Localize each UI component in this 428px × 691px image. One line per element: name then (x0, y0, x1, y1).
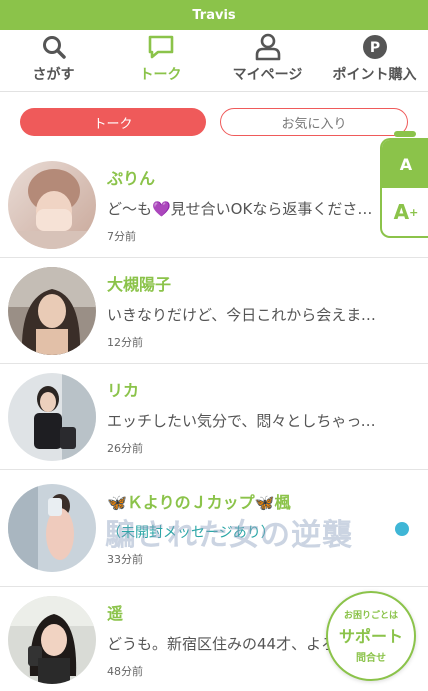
conversation-row[interactable]: 大槻陽子 いきなりだけど、今日これから会えませんか 12分前 (0, 258, 428, 364)
avatar (8, 160, 96, 249)
avatar (8, 595, 96, 684)
nav-search-label: さがす (32, 67, 75, 83)
font-normal-label: A (399, 154, 413, 174)
conversation-message: エッチしたい気分で、悶々としちゃって… (107, 412, 377, 430)
nav-points[interactable]: P ポイント購入 (321, 30, 428, 91)
svg-text:P: P (369, 40, 379, 56)
person-icon (255, 32, 281, 62)
app-title: Travis (192, 7, 236, 23)
support-line2: サポート (338, 627, 403, 646)
support-line3: 問合せ (356, 653, 386, 664)
nav-search[interactable]: さがす (0, 30, 107, 91)
avatar (8, 266, 96, 355)
conversation-message: ど〜も💜見せ合いOKなら返事くださいね (107, 200, 377, 218)
avatar (8, 484, 96, 572)
talk-tabs: トーク お気に入り (0, 92, 428, 152)
conversation-row[interactable]: リカ エッチしたい気分で、悶々としちゃって… 26分前 (0, 364, 428, 470)
tab-talk[interactable]: トーク (20, 108, 206, 136)
watermark-dot (395, 522, 409, 536)
support-button[interactable]: お困りごとは サポート 問合せ (326, 591, 416, 681)
main-nav: さがす トーク マイページ P ポイント購入 (0, 30, 428, 92)
conversation-time: 12分前 (107, 336, 143, 349)
panel-handle[interactable] (394, 131, 416, 137)
conversation-time: 26分前 (107, 442, 143, 455)
font-large-label: A (393, 200, 410, 224)
nav-mypage-label: マイページ (232, 67, 303, 83)
conversation-message: いきなりだけど、今日これから会えませんか (107, 306, 377, 324)
avatar (8, 372, 96, 461)
nav-talk[interactable]: トーク (107, 30, 214, 91)
search-icon (41, 32, 67, 62)
app-title-bar: Travis (0, 0, 428, 30)
chat-icon (147, 32, 175, 62)
points-icon: P (362, 32, 388, 62)
watermark-text: 騙された女の逆襲 (105, 518, 353, 553)
font-large-button[interactable]: A + (382, 188, 428, 236)
font-size-panel: A A + (380, 131, 428, 238)
conversation-name: 大槻陽子 (107, 275, 172, 294)
font-normal-button[interactable]: A (382, 140, 428, 188)
nav-mypage[interactable]: マイページ (214, 30, 321, 91)
nav-talk-label: トーク (139, 67, 182, 83)
font-large-plus: + (409, 205, 419, 219)
conversation-row[interactable]: ぷりん ど〜も💜見せ合いOKなら返事くださいね 7分前 (0, 152, 428, 258)
support-line1: お困りごとは (343, 611, 398, 621)
nav-points-label: ポイント購入 (332, 67, 417, 83)
conversation-name: リカ (107, 381, 140, 400)
tab-favorites[interactable]: お気に入り (220, 108, 408, 136)
